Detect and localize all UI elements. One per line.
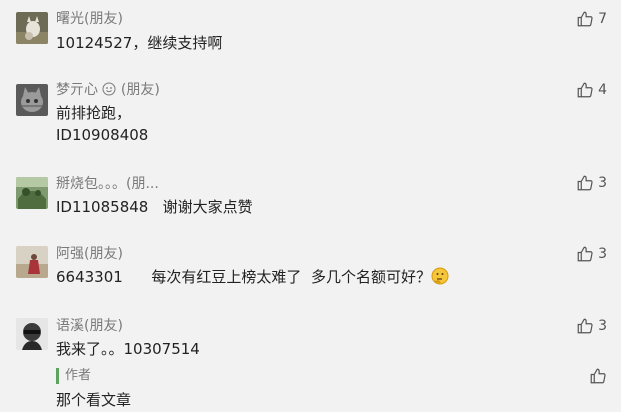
comment-text: 前排抢跑， (56, 104, 132, 122)
author-reply-text: 那个看文章 (56, 391, 132, 409)
like-button[interactable]: 4 (567, 80, 607, 100)
like-button[interactable]: 3 (567, 173, 607, 193)
like-count: 4 (598, 82, 607, 98)
comment-text: ID11085848 谢谢大家点赞 (56, 198, 253, 216)
commenter-name[interactable]: 阿强(朋友) (56, 246, 123, 262)
commenter-name[interactable]: 曙光(朋友) (56, 11, 123, 27)
like-button[interactable]: 7 (567, 9, 607, 29)
avatar[interactable] (16, 246, 48, 278)
avatar[interactable] (16, 84, 48, 116)
commenter-name[interactable]: 语溪(朋友) (56, 318, 123, 334)
like-count: 3 (598, 246, 607, 262)
like-count: 7 (598, 11, 607, 27)
comment-text: 我来了。。10307514 (56, 340, 200, 358)
avatar[interactable] (16, 177, 48, 209)
like-button[interactable]: 3 (567, 316, 607, 336)
thumbs-up-icon (577, 82, 593, 98)
commenter-relation: (朋友) (120, 82, 160, 98)
thumbs-up-icon (577, 318, 593, 334)
like-button[interactable]: 3 (567, 244, 607, 264)
thumbs-up-icon (577, 11, 593, 27)
comment-text: 6643301 每次有红豆上榜太难了 多几个名额可好？ (56, 266, 449, 289)
thumbs-up-icon (590, 368, 606, 384)
avatar[interactable] (16, 318, 48, 350)
comment-text-content: 6643301 每次有红豆上榜太难了 多几个名额可好？ (56, 268, 431, 286)
thumbs-up-icon (577, 246, 593, 262)
thumbs-up-icon (577, 175, 593, 191)
commenter-name[interactable]: 掰烧包。。。(朋... (56, 176, 159, 192)
author-reply-label: 作者 (56, 368, 91, 384)
comment-text: ID10908408 (56, 126, 149, 144)
commenter-name[interactable]: 梦亓心 (朋友) (56, 82, 160, 98)
smiley-badge-icon (102, 82, 116, 96)
like-count: 3 (598, 175, 607, 191)
thinking-emoji-icon (431, 267, 449, 285)
reply-like-button[interactable] (567, 366, 607, 386)
like-count: 3 (598, 318, 607, 334)
comment-text: 10124527，继续支持啊 (56, 34, 223, 52)
commenter-name-text: 梦亓心 (56, 82, 98, 98)
avatar[interactable] (16, 12, 48, 44)
